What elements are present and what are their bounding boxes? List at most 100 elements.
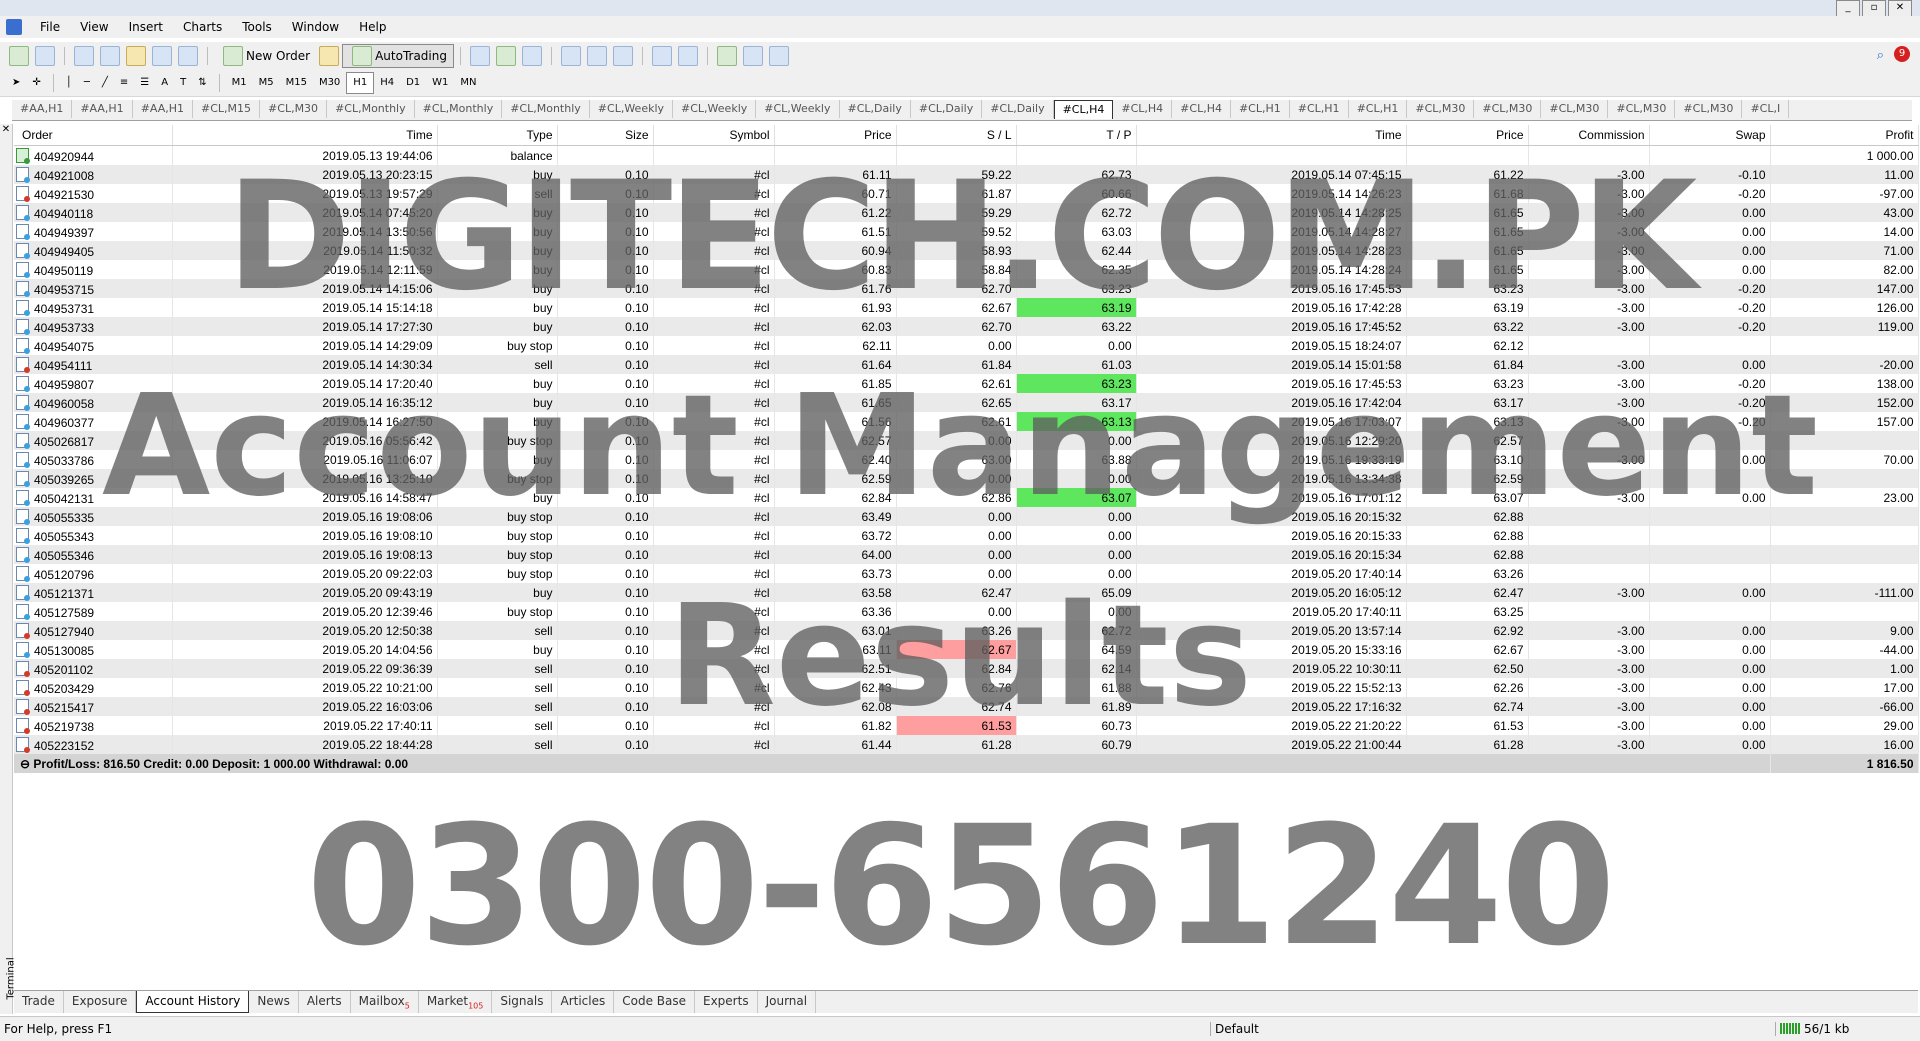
notification-badge[interactable]: 9 [1894, 46, 1910, 62]
chart-tab[interactable]: #CL,M30 [1608, 100, 1676, 118]
new-order-button[interactable]: New Order [214, 45, 316, 67]
tab-news[interactable]: News [249, 991, 299, 1013]
col-tp[interactable]: T / P [1016, 125, 1137, 146]
table-row[interactable]: 405055335 2019.05.16 19:08:06 buy stop 0.10… [14, 507, 1919, 526]
table-row[interactable]: 405033786 2019.05.16 11:06:07 buy 0.10 #cl 62… [14, 450, 1919, 469]
auto-scroll-icon[interactable] [677, 46, 698, 66]
chart-tab[interactable]: #CL,I [1742, 100, 1790, 118]
indicators-icon[interactable] [716, 46, 737, 66]
text-icon[interactable]: A [155, 73, 174, 93]
col-swap[interactable]: Swap [1649, 125, 1771, 146]
table-row[interactable]: 405055346 2019.05.16 19:08:13 buy stop 0.10… [14, 545, 1919, 564]
line-chart-icon[interactable] [521, 46, 542, 66]
table-row[interactable]: 405215417 2019.05.22 16:03:06 sell 0.10 #cl 6… [14, 697, 1919, 716]
trendline-icon[interactable]: ╱ [96, 73, 114, 93]
menu-view[interactable]: View [70, 16, 118, 38]
tile-windows-icon[interactable] [612, 46, 633, 66]
col-profit[interactable]: Profit [1770, 125, 1919, 146]
tab-articles[interactable]: Articles [552, 991, 615, 1013]
tab-mailbox[interactable]: Mailbox5 [351, 991, 419, 1013]
tf-h4[interactable]: H4 [374, 73, 400, 93]
zoom-in-icon[interactable] [560, 46, 581, 66]
menu-file[interactable]: File [30, 16, 70, 38]
tab-code-base[interactable]: Code Base [614, 991, 695, 1013]
table-row[interactable]: 405201102 2019.05.22 09:36:39 sell 0.10 #cl 6… [14, 659, 1919, 678]
table-row[interactable]: 404959807 2019.05.14 17:20:40 buy 0.10 #cl 61… [14, 374, 1919, 393]
chart-tab[interactable]: #CL,M15 [193, 100, 261, 118]
chart-tab[interactable]: #CL,Monthly [415, 100, 503, 118]
chart-shift-icon[interactable] [651, 46, 672, 66]
close-terminal-icon[interactable]: ✕ [0, 124, 12, 135]
chart-tab[interactable]: #CL,Daily [982, 100, 1054, 118]
tf-w1[interactable]: W1 [426, 73, 454, 93]
chart-tab[interactable]: #CL,Monthly [327, 100, 415, 118]
summary-collapse-icon[interactable]: ⊖ [20, 757, 33, 771]
horizontal-line-icon[interactable]: ─ [78, 73, 96, 93]
chart-tab[interactable]: #CL,H4 [1113, 100, 1173, 118]
market-watch-icon[interactable] [74, 46, 94, 66]
navigator-icon[interactable] [126, 46, 146, 66]
table-row[interactable]: 404940118 2019.05.14 07:45:20 buy 0.10 #cl 61… [14, 203, 1919, 222]
col-sl[interactable]: S / L [896, 125, 1017, 146]
profiles-icon[interactable] [35, 46, 55, 66]
table-row[interactable]: 404954111 2019.05.14 14:30:34 sell 0.10 #cl 6… [14, 355, 1919, 374]
terminal-icon[interactable] [152, 46, 172, 66]
chart-tab[interactable]: #CL,Weekly [756, 100, 840, 118]
table-row[interactable]: 404953731 2019.05.14 15:14:18 buy 0.10 #cl 61… [14, 298, 1919, 317]
crosshair-icon[interactable]: ✛ [26, 73, 46, 93]
vertical-line-icon[interactable]: │ [60, 73, 78, 93]
tf-mn[interactable]: MN [454, 73, 482, 93]
table-row[interactable]: 405055343 2019.05.16 19:08:10 buy stop 0.10… [14, 526, 1919, 545]
tab-account-history[interactable]: Account History [136, 991, 250, 1013]
chart-tab[interactable]: #AA,H1 [72, 100, 133, 118]
chart-tab[interactable]: #AA,H1 [133, 100, 194, 118]
menu-insert[interactable]: Insert [119, 16, 173, 38]
table-row[interactable]: 404953715 2019.05.14 14:15:06 buy 0.10 #cl 61… [14, 279, 1919, 298]
col-close-price[interactable]: Price [1406, 125, 1529, 146]
tab-journal[interactable]: Journal [758, 991, 817, 1013]
table-row[interactable]: 405203429 2019.05.22 10:21:00 sell 0.10 #cl 6… [14, 678, 1919, 697]
table-row[interactable]: 404960377 2019.05.14 16:27:50 buy 0.10 #cl 61… [14, 412, 1919, 431]
tf-m15[interactable]: M15 [280, 73, 313, 93]
data-window-icon[interactable] [100, 46, 120, 66]
col-commission[interactable]: Commission [1528, 125, 1650, 146]
channel-icon[interactable]: ≡ [114, 73, 134, 93]
periods-icon[interactable] [742, 46, 763, 66]
col-symbol[interactable]: Symbol [653, 125, 775, 146]
tf-m1[interactable]: M1 [226, 73, 253, 93]
chart-tab[interactable]: #CL,M30 [260, 100, 328, 118]
table-row[interactable]: 405219738 2019.05.22 17:40:11 sell 0.10 #cl 6… [14, 716, 1919, 735]
table-row[interactable]: 405026817 2019.05.16 05:56:42 buy stop 0.10… [14, 431, 1919, 450]
chart-tab[interactable]: #CL,H4 [1053, 100, 1114, 119]
zoom-out-icon[interactable] [586, 46, 607, 66]
chart-tab[interactable]: #CL,H1 [1290, 100, 1349, 118]
chart-tab[interactable]: #CL,M30 [1675, 100, 1743, 118]
menu-window[interactable]: Window [282, 16, 349, 38]
templates-icon[interactable] [768, 46, 789, 66]
chart-tab[interactable]: #CL,H1 [1231, 100, 1290, 118]
chart-tab[interactable]: #CL,Daily [840, 100, 911, 118]
table-row[interactable]: 405042131 2019.05.16 14:58:47 buy 0.10 #cl 62… [14, 488, 1919, 507]
table-row[interactable]: 405130085 2019.05.20 14:04:56 buy 0.10 #cl 63… [14, 640, 1919, 659]
chart-tab[interactable]: #AA,H1 [12, 100, 73, 118]
tab-experts[interactable]: Experts [695, 991, 758, 1013]
menu-help[interactable]: Help [349, 16, 396, 38]
tf-m5[interactable]: M5 [253, 73, 280, 93]
table-row[interactable]: 404921530 2019.05.13 19:57:29 sell 0.10 #cl 6… [14, 184, 1919, 203]
table-row[interactable]: 404954075 2019.05.14 14:29:09 buy stop 0.10… [14, 336, 1919, 355]
tab-trade[interactable]: Trade [14, 991, 64, 1013]
col-order[interactable]: Order [14, 125, 173, 146]
col-close-time[interactable]: Time [1136, 125, 1407, 146]
table-row[interactable]: 405121371 2019.05.20 09:43:19 buy 0.10 #cl 63… [14, 583, 1919, 602]
tf-h1[interactable]: H1 [346, 72, 375, 94]
table-row[interactable]: 404960058 2019.05.14 16:35:12 buy 0.10 #cl 61… [14, 393, 1919, 412]
tab-market[interactable]: Market105 [419, 991, 493, 1013]
table-row[interactable]: 404950119 2019.05.14 12:11:59 buy 0.10 #cl 60… [14, 260, 1919, 279]
arrows-icon[interactable]: ⇅ [192, 73, 212, 93]
autotrading-button[interactable]: AutoTrading [342, 44, 454, 68]
table-row[interactable]: 404921008 2019.05.13 20:23:15 buy 0.10 #cl 61… [14, 165, 1919, 184]
search-icon[interactable]: ⌕ [1877, 48, 1884, 63]
menu-tools[interactable]: Tools [232, 16, 282, 38]
table-row[interactable]: 404949397 2019.05.14 13:50:56 buy 0.10 #cl 61… [14, 222, 1919, 241]
table-row[interactable]: 405127589 2019.05.20 12:39:46 buy stop 0.10… [14, 602, 1919, 621]
